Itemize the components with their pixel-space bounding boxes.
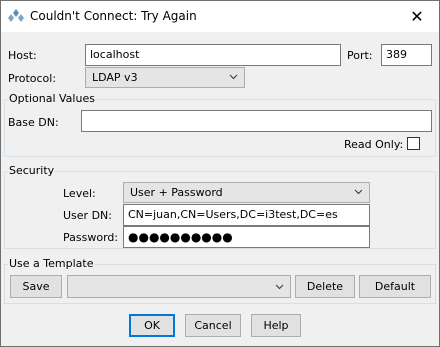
window-title: Couldn't Connect: Try Again — [30, 9, 197, 23]
base-dn-label: Base DN: — [8, 116, 59, 129]
password-input[interactable]: ●●●●●●●●●● — [123, 226, 370, 248]
ok-label: OK — [144, 319, 160, 332]
chevron-down-icon — [275, 284, 284, 290]
help-label: Help — [263, 319, 289, 332]
help-button[interactable]: Help — [251, 314, 301, 337]
save-template-button[interactable]: Save — [10, 275, 62, 298]
read-only-label: Read Only: — [344, 138, 404, 151]
read-only-checkbox[interactable] — [407, 137, 420, 150]
user-dn-input[interactable]: CN=juan,CN=Users,DC=i3test,DC=es — [123, 204, 370, 226]
host-input[interactable]: localhost — [85, 44, 341, 66]
cancel-label: Cancel — [194, 319, 232, 332]
protocol-label: Protocol: — [8, 72, 57, 85]
port-label: Port: — [347, 49, 373, 62]
chevron-down-icon — [354, 189, 363, 195]
host-value: localhost — [90, 48, 140, 61]
app-logo-icon — [8, 9, 24, 22]
chevron-down-icon — [229, 74, 238, 80]
connection-dialog: Couldn't Connect: Try Again ✕ Host: loca… — [0, 0, 440, 347]
level-value: User + Password — [130, 186, 223, 199]
title-bar: Couldn't Connect: Try Again ✕ — [1, 1, 439, 32]
optional-values-title: Optional Values — [8, 92, 96, 105]
user-dn-value: CN=juan,CN=Users,DC=i3test,DC=es — [128, 208, 338, 221]
default-template-button[interactable]: Default — [359, 275, 431, 298]
delete-template-label: Delete — [306, 280, 344, 293]
template-title: Use a Template — [8, 257, 95, 270]
protocol-value: LDAP v3 — [92, 71, 138, 84]
save-template-label: Save — [22, 280, 50, 293]
port-input[interactable]: 389 — [381, 44, 432, 66]
cancel-button[interactable]: Cancel — [185, 314, 241, 337]
password-label: Password: — [63, 231, 119, 244]
level-select[interactable]: User + Password — [123, 182, 370, 203]
security-title: Security — [8, 164, 56, 177]
template-select[interactable] — [67, 275, 291, 298]
close-icon: ✕ — [410, 7, 424, 26]
level-label: Level: — [63, 187, 96, 200]
user-dn-label: User DN: — [63, 209, 112, 222]
ok-button[interactable]: OK — [129, 314, 175, 337]
close-button[interactable]: ✕ — [395, 1, 439, 32]
default-template-label: Default — [374, 280, 416, 293]
port-value: 389 — [386, 48, 407, 61]
protocol-select[interactable]: LDAP v3 — [85, 67, 245, 88]
password-mask: ●●●●●●●●●● — [128, 230, 233, 244]
delete-template-button[interactable]: Delete — [295, 275, 355, 298]
base-dn-input[interactable] — [81, 110, 432, 132]
host-label: Host: — [8, 49, 37, 62]
